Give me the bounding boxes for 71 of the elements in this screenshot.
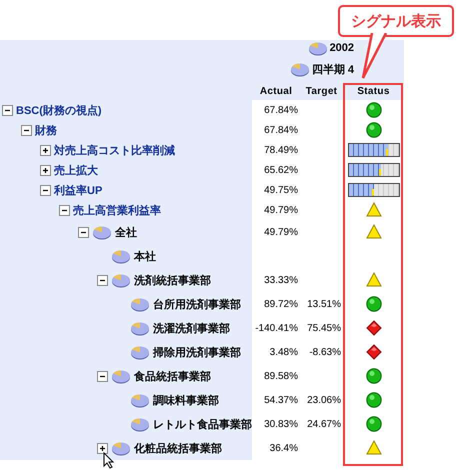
triangle-warning-icon — [366, 224, 382, 240]
pie-chart-icon — [290, 61, 310, 77]
tree-item-label[interactable]: 食品統括事業部 — [134, 368, 211, 384]
collapse-toggle-icon[interactable] — [97, 274, 108, 286]
target-value: 75.45% — [307, 322, 342, 334]
collapse-toggle-icon[interactable] — [40, 184, 51, 196]
triangle-warning-icon — [366, 272, 382, 288]
actual-value: 67.84% — [264, 104, 299, 116]
triangle-warning-icon — [366, 440, 382, 456]
tree-link[interactable]: 利益率UP — [54, 182, 102, 198]
actual-value: 49.79% — [264, 226, 299, 238]
circle-status-icon — [366, 102, 382, 118]
quarter-label: 四半期 4 — [312, 62, 354, 76]
gauge-bar — [348, 162, 400, 177]
collapse-toggle-icon[interactable] — [59, 204, 70, 216]
collapse-toggle-icon[interactable] — [78, 226, 89, 238]
target-value: -8.63% — [309, 346, 342, 358]
target-value: 13.51% — [307, 298, 342, 310]
actual-value: 33.33% — [264, 274, 299, 286]
expand-toggle-icon[interactable] — [40, 164, 51, 176]
collapse-toggle-icon[interactable] — [97, 370, 108, 382]
gauge-bar — [348, 182, 400, 197]
tree-item-label[interactable]: 洗剤統括事業部 — [134, 272, 211, 288]
pie-chart-icon — [130, 392, 150, 408]
actual-value: -140.41% — [255, 322, 299, 334]
pie-chart-icon — [130, 296, 150, 312]
pie-chart-icon — [92, 224, 112, 240]
pie-chart-icon — [130, 416, 150, 432]
actual-value: 67.84% — [264, 124, 299, 136]
pie-chart-icon — [111, 272, 131, 288]
actual-value: 54.37% — [264, 394, 299, 406]
pie-chart-icon — [130, 320, 150, 336]
pie-chart-icon — [111, 440, 131, 456]
expand-toggle-icon[interactable] — [97, 442, 108, 454]
circle-status-icon — [366, 368, 382, 384]
mouse-cursor-icon — [103, 452, 115, 469]
year-label: 2002 — [330, 42, 354, 54]
triangle-warning-icon — [366, 202, 382, 218]
expand-toggle-icon[interactable] — [40, 144, 51, 156]
circle-status-icon — [366, 392, 382, 408]
diamond-alert-icon — [366, 320, 382, 336]
actual-value: 30.83% — [264, 418, 299, 430]
circle-status-icon — [366, 296, 382, 312]
actual-value: 65.62% — [264, 164, 299, 176]
actual-value: 3.48% — [270, 346, 299, 358]
tree-link[interactable]: 財務 — [35, 122, 57, 138]
column-header: Actual — [252, 82, 300, 100]
tree-item-label[interactable]: 調味料事業部 — [153, 392, 219, 408]
gauge-bar — [348, 142, 400, 157]
actual-value: 89.58% — [264, 370, 299, 382]
actual-value: 36.4% — [270, 442, 299, 454]
tree-link[interactable]: 売上拡大 — [54, 162, 98, 178]
circle-status-icon — [366, 122, 382, 138]
pie-chart-icon — [130, 344, 150, 360]
circle-status-icon — [366, 416, 382, 432]
target-value: 23.06% — [307, 394, 342, 406]
collapse-toggle-icon[interactable] — [2, 104, 13, 116]
column-header: Target — [300, 82, 343, 100]
actual-value: 89.72% — [264, 298, 299, 310]
tree-item-label[interactable]: 全社 — [115, 224, 137, 240]
target-value: 24.67% — [307, 418, 342, 430]
actual-value: 49.75% — [264, 184, 299, 196]
collapse-toggle-icon[interactable] — [21, 124, 32, 136]
pie-chart-icon — [308, 40, 328, 56]
actual-value: 78.49% — [264, 144, 299, 156]
tree-item-label[interactable]: 本社 — [134, 248, 156, 264]
diamond-alert-icon — [366, 344, 382, 360]
tree-item-label[interactable]: 洗濯洗剤事業部 — [153, 320, 230, 336]
pie-chart-icon — [111, 248, 131, 264]
actual-value: 49.79% — [264, 204, 299, 216]
pie-chart-icon — [111, 368, 131, 384]
